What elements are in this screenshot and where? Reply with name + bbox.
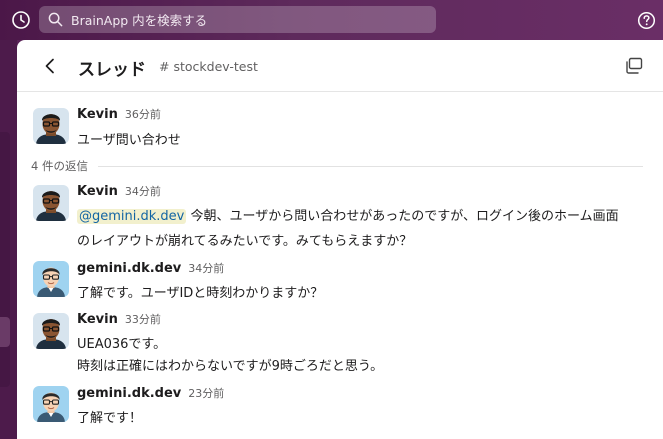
search-icon bbox=[48, 12, 64, 28]
message-text: ユーザ問い合わせ bbox=[77, 133, 181, 148]
reply-count: 4 件の返信 bbox=[31, 159, 88, 173]
message-text-continued: のレイアウトが崩れてるみたいです。みてもらえますか？ bbox=[77, 234, 413, 249]
back-button[interactable] bbox=[40, 56, 60, 76]
author-name[interactable]: Kevin bbox=[77, 312, 118, 327]
timestamp[interactable]: 23分前 bbox=[188, 385, 224, 401]
sidebar-section bbox=[0, 132, 10, 387]
timestamp[interactable]: 34分前 bbox=[125, 183, 161, 199]
author-name[interactable]: gemini.dk.dev bbox=[77, 386, 181, 401]
thread-header: スレッド # stockdev-test bbox=[17, 40, 663, 92]
message-text: @gemini.dk.dev 今朝、ユーザから問い合わせがあったのですが、ログイ… bbox=[77, 205, 619, 224]
message-text-continued: 時刻は正確にはわからないですが9時ごろだと思う。 bbox=[77, 359, 384, 374]
help-button[interactable] bbox=[636, 10, 656, 30]
avatar-kevin[interactable] bbox=[33, 185, 69, 221]
hash-icon: # bbox=[159, 59, 170, 74]
channel-name: stockdev-test bbox=[173, 59, 258, 74]
history-button[interactable] bbox=[10, 9, 32, 31]
avatar-gemini[interactable] bbox=[33, 261, 69, 297]
reply-count-divider: 4 件の返信 bbox=[31, 158, 643, 174]
thread-panel: スレッド # stockdev-test Kevin 36分前 ユーザ問い合わせ… bbox=[17, 40, 663, 439]
chevron-left-icon bbox=[45, 58, 54, 74]
author-name[interactable]: Kevin bbox=[77, 184, 118, 199]
author-name[interactable]: gemini.dk.dev bbox=[77, 261, 181, 276]
clock-icon bbox=[12, 11, 30, 29]
message-text-part: 今朝、ユーザから問い合わせがあったのですが、ログイン後のホーム画面 bbox=[186, 209, 619, 224]
timestamp[interactable]: 34分前 bbox=[188, 260, 224, 276]
user-mention[interactable]: @gemini.dk.dev bbox=[77, 209, 187, 224]
search-placeholder: BrainApp 内を検索する bbox=[71, 13, 208, 28]
thread-title: スレッド bbox=[78, 60, 146, 80]
message-text: UEA036です。 bbox=[77, 337, 167, 352]
sidebar-edge bbox=[0, 40, 17, 439]
help-icon bbox=[637, 11, 655, 29]
top-bar: BrainApp 内を検索する bbox=[0, 0, 663, 40]
message-text: 了解です！ bbox=[77, 411, 143, 426]
timestamp[interactable]: 36分前 bbox=[125, 106, 161, 122]
author-name[interactable]: Kevin bbox=[77, 107, 118, 122]
avatar-kevin[interactable] bbox=[33, 108, 69, 144]
message-text: 了解です。ユーザIDと時刻わかりますか？ bbox=[77, 286, 324, 301]
search-bar[interactable]: BrainApp 内を検索する bbox=[39, 6, 436, 33]
divider-line bbox=[97, 165, 643, 167]
popout-window-icon bbox=[626, 57, 643, 74]
avatar-gemini[interactable] bbox=[33, 386, 69, 422]
avatar-kevin[interactable] bbox=[33, 313, 69, 349]
sidebar-selected-item[interactable] bbox=[0, 317, 10, 347]
popout-button[interactable] bbox=[624, 56, 644, 76]
channel-link[interactable]: # stockdev-test bbox=[159, 59, 258, 74]
timestamp[interactable]: 33分前 bbox=[125, 311, 161, 327]
